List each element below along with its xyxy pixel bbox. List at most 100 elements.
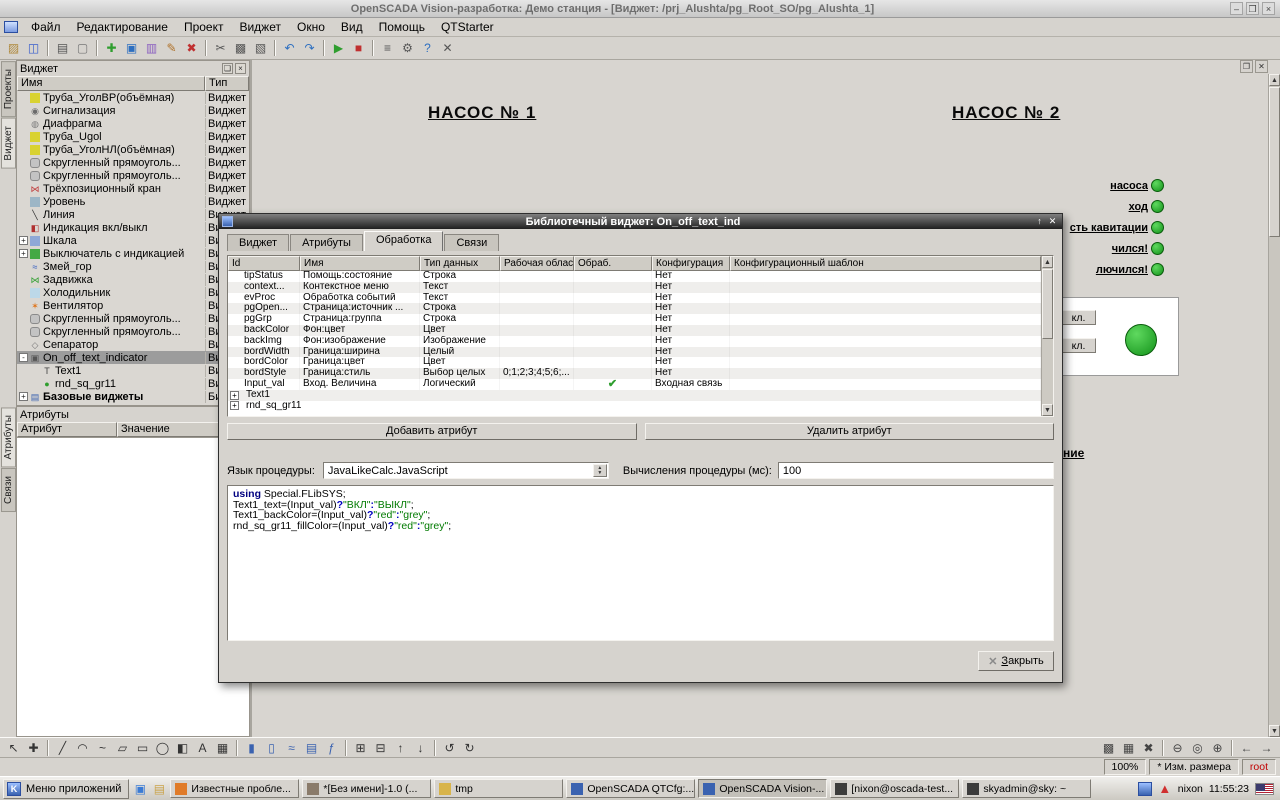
widget-tree-item[interactable]: ◍ДиафрагмаВиджет	[17, 117, 249, 130]
column-header[interactable]: Обраб.	[574, 256, 652, 271]
attribute-group-row[interactable]: +rnd_sq_gr11	[228, 401, 1041, 412]
cut-icon[interactable]: ✂	[211, 39, 230, 58]
widget-tree-item[interactable]: ✶ВентиляторВиджет	[17, 299, 249, 312]
attribute-row[interactable]: context...Контекстное менюТекстНет	[228, 282, 1041, 293]
procedure-language-select[interactable]: JavaLikeCalc.JavaScript ▲▼	[323, 462, 609, 479]
spinner-arrows-icon[interactable]: ▲▼	[593, 464, 607, 477]
taskbar-task[interactable]: OpenSCADA Vision-...	[698, 779, 827, 798]
dialog-tab-Атрибуты[interactable]: Атрибуты	[290, 234, 363, 251]
attribute-row[interactable]: bordColorГраница:цветЦветНет	[228, 357, 1041, 368]
document-widget-icon[interactable]: ▤	[302, 738, 321, 757]
keyboard-layout-flag-icon[interactable]	[1255, 783, 1274, 795]
taskbar-task[interactable]: skyadmin@sky: ~	[962, 779, 1091, 798]
widget-tree-item[interactable]: +▤Базовые виджетыБиблиотека	[17, 390, 249, 403]
close-dialog-icon[interactable]: ✕	[1046, 216, 1059, 228]
menu-item-Окно[interactable]: Окно	[289, 18, 333, 36]
new-library-icon[interactable]: ▥	[142, 39, 161, 58]
diagram-widget-icon[interactable]: ≈	[282, 738, 301, 757]
close-button[interactable]: ×	[1262, 2, 1275, 15]
widget-tree-item[interactable]: ≈Змей_горВиджет	[17, 260, 249, 273]
applications-menu-button[interactable]: K Меню приложений	[3, 779, 129, 799]
edit-icon[interactable]: ✎	[162, 39, 181, 58]
copy-icon[interactable]: ▩	[231, 39, 250, 58]
scroll-up-icon[interactable]: ▲	[1269, 74, 1280, 86]
print-icon[interactable]: ▤	[53, 39, 72, 58]
zoom-in-icon[interactable]: ⊕	[1208, 738, 1227, 757]
tree-expander-icon[interactable]: -	[19, 353, 28, 362]
widget-tree-item[interactable]: +ШкалаВиджет	[17, 234, 249, 247]
column-header-name[interactable]: Имя	[17, 76, 205, 91]
widget-tree-item[interactable]: ◇СепараторВиджет	[17, 338, 249, 351]
shade-dialog-icon[interactable]: ↑	[1033, 216, 1046, 228]
attribute-row[interactable]: backColorФон:цветЦветНет	[228, 325, 1041, 336]
menu-item-Файл[interactable]: Файл	[23, 18, 69, 36]
new-widget-icon[interactable]: ▣	[122, 39, 141, 58]
paste-icon[interactable]: ▧	[251, 39, 270, 58]
taskbar-task[interactable]: [nixon@oscada-test...	[830, 779, 959, 798]
scrollbar-thumb[interactable]	[1269, 87, 1280, 237]
redo-figure-icon[interactable]: ↻	[460, 738, 479, 757]
alert-tray-icon[interactable]: ▲	[1158, 782, 1172, 796]
attribute-row[interactable]: bordWidthГраница:ширинаЦелыйНет	[228, 347, 1041, 358]
table-scrollbar[interactable]: ▲ ▼	[1041, 256, 1053, 416]
widget-tree-item[interactable]: ХолодильникВиджет	[17, 286, 249, 299]
dock-tab-Виджет[interactable]: Виджет	[1, 118, 16, 169]
column-header-attribute[interactable]: Атрибут	[17, 422, 117, 437]
widget-tree-item[interactable]: Труба_УголНЛ(объёмная)Виджет	[17, 143, 249, 156]
widget-tree-item[interactable]: TText1Виджет	[17, 364, 249, 377]
prev-page-icon[interactable]: ←	[1237, 738, 1256, 757]
current-user[interactable]: root	[1242, 759, 1276, 775]
window-cascade-icon[interactable]: ▩	[1099, 738, 1118, 757]
dialog-tab-Виджет[interactable]: Виджет	[227, 234, 289, 251]
attribute-row[interactable]: evProcОбработка событийТекстНет	[228, 293, 1041, 304]
menu-item-Виджет[interactable]: Виджет	[231, 18, 289, 36]
tree-expander-icon[interactable]: +	[19, 249, 28, 258]
line-icon[interactable]: ╱	[53, 738, 72, 757]
add-attribute-button[interactable]: Добавить атрибут	[227, 423, 637, 440]
scroll-down-icon[interactable]: ▼	[1269, 725, 1280, 737]
stop-icon[interactable]: ■	[349, 39, 368, 58]
window-close-icon[interactable]: ✖	[1139, 738, 1158, 757]
attribute-row[interactable]: pgGrpСтраница:группаСтрокаНет	[228, 314, 1041, 325]
arc-icon[interactable]: ◠	[73, 738, 92, 757]
level-widget-icon[interactable]: ▮	[242, 738, 261, 757]
attribute-row[interactable]: pgOpen...Страница:источник ...СтрокаНет	[228, 303, 1041, 314]
remove-attribute-button[interactable]: Удалить атрибут	[645, 423, 1055, 440]
ellipse-icon[interactable]: ◯	[153, 738, 172, 757]
dock-tab-Проекты[interactable]: Проекты	[1, 61, 16, 117]
widget-tree-item[interactable]: ◧Индикация вкл/выклВиджет	[17, 221, 249, 234]
show-desktop-icon[interactable]: ▣	[132, 781, 148, 797]
maximize-button[interactable]: ❒	[1246, 2, 1259, 15]
pan-icon[interactable]: ✚	[24, 738, 43, 757]
close-panel-icon[interactable]: ×	[235, 63, 246, 74]
image-tool-icon[interactable]: ▦	[213, 738, 232, 757]
exit-icon[interactable]: ✕	[438, 39, 457, 58]
bezier-icon[interactable]: ~	[93, 738, 112, 757]
widget-tree-item[interactable]: УровеньВиджет	[17, 195, 249, 208]
taskbar-task[interactable]: OpenSCADA QTCfg:...	[566, 779, 695, 798]
taskbar-task[interactable]: Известные пробле...	[170, 779, 299, 798]
attribute-row[interactable]: backImgФон:изображениеИзображениеНет	[228, 336, 1041, 347]
delete-icon[interactable]: ✖	[182, 39, 201, 58]
clock[interactable]: 11:55:23	[1209, 783, 1249, 795]
minimize-button[interactable]: –	[1230, 2, 1243, 15]
raise-icon[interactable]: ↑	[391, 738, 410, 757]
scroll-down-icon[interactable]: ▼	[1042, 404, 1053, 416]
ungroup-icon[interactable]: ⊟	[371, 738, 390, 757]
taskbar-task[interactable]: *[Без имени]-1.0 (...	[302, 779, 431, 798]
redo-icon[interactable]: ↷	[300, 39, 319, 58]
polygon-icon[interactable]: ▱	[113, 738, 132, 757]
column-header[interactable]: Конфигурация	[652, 256, 730, 271]
undo-figure-icon[interactable]: ↺	[440, 738, 459, 757]
group-icon[interactable]: ⊞	[351, 738, 370, 757]
column-header[interactable]: Рабочая облас	[500, 256, 574, 271]
menu-item-Вид[interactable]: Вид	[333, 18, 371, 36]
widget-tree-item[interactable]: ⋈Трёхпозиционный кранВиджет	[17, 182, 249, 195]
menu-item-Помощь[interactable]: Помощь	[371, 18, 433, 36]
column-header[interactable]: Имя	[300, 256, 420, 271]
attribute-row[interactable]: Input_valВход. ВеличинаЛогический✔Входна…	[228, 379, 1041, 390]
column-header[interactable]: Тип данных	[420, 256, 500, 271]
column-header[interactable]: Id	[228, 256, 300, 271]
widget-tree-item[interactable]: -▣On_off_text_indicatorВиджет	[17, 351, 249, 364]
cursor-icon[interactable]: ↖	[4, 738, 23, 757]
